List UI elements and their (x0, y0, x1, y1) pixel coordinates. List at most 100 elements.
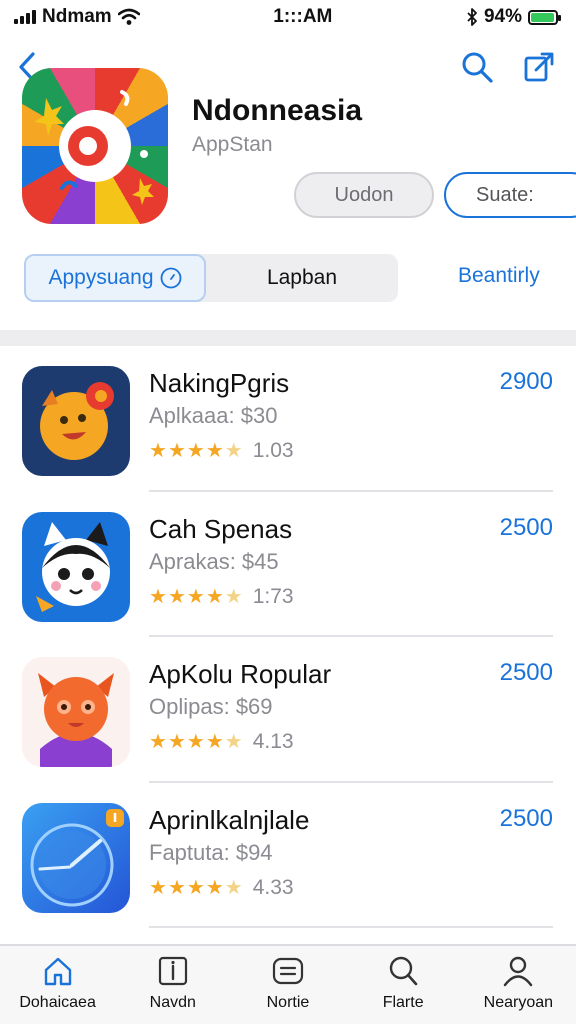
share-button[interactable] (522, 50, 556, 84)
app-subtitle: Aplkaaa: $30 (149, 403, 278, 428)
wifi-icon (117, 8, 140, 25)
tab-nortie[interactable]: Nortie (238, 954, 338, 1012)
star-icon: ★ (149, 731, 167, 753)
app-icon (22, 802, 130, 913)
tab-label: Nearyoan (483, 994, 554, 1011)
person-icon (504, 956, 533, 987)
app-subtitle: Faptuta: $94 (149, 839, 273, 865)
star-icon: ★ (205, 876, 224, 899)
app-price[interactable]: 2500 (500, 805, 553, 833)
star-icon: ★ (167, 585, 186, 608)
carrier-label: Ndmam (42, 6, 112, 27)
tab-home[interactable]: Dohaicaea (8, 954, 108, 1012)
star-icon: ★ (186, 731, 205, 753)
rating-stars: ★ ★ ★ ★ ★ (149, 587, 243, 607)
search-button[interactable] (460, 50, 494, 84)
share-icon (524, 52, 554, 82)
rating-stars: ★ ★ ★ ★ ★ (149, 878, 243, 898)
app-icon (22, 366, 130, 476)
segment-inactive[interactable]: Lapban (206, 254, 398, 302)
app-row[interactable]: Cah Spenas Aprakas: $45 ★ ★ ★ ★ ★ 1:73 2… (0, 492, 576, 637)
tab-flarte[interactable]: Flarte (353, 954, 453, 1012)
status-right: 94% (466, 6, 561, 28)
star-icon: ★ (205, 731, 224, 753)
owl-mascot-icon (22, 657, 130, 767)
rating-number: 1:73 (252, 584, 294, 608)
star-icon: ★ (186, 440, 205, 462)
app-price[interactable]: 2900 (500, 368, 553, 396)
status-left: Ndmam (14, 6, 140, 28)
app-list: NakingPgris Aplkaaa: $30 ★ ★ ★ ★ ★ 1.03 … (0, 346, 576, 928)
search-icon (389, 956, 418, 986)
app-rating: ★ ★ ★ ★ ★ 1.03 (149, 439, 294, 463)
star-half-icon: ★ (224, 440, 243, 462)
rating-stars: ★ ★ ★ ★ ★ (149, 732, 243, 752)
app-logo-icon (34, 90, 154, 205)
app-name: NakingPgris (149, 368, 290, 398)
gauge-icon (30, 808, 124, 906)
info-icon (158, 956, 187, 986)
star-half-icon: ★ (224, 876, 243, 899)
app-hero-icon (22, 68, 168, 224)
star-icon: ★ (167, 876, 186, 899)
rating-number: 4.33 (252, 875, 294, 899)
app-price[interactable]: 2500 (500, 659, 553, 687)
star-icon: ★ (167, 440, 186, 462)
section-divider (0, 330, 576, 346)
star-icon: ★ (186, 585, 205, 608)
tab-navdn[interactable]: Navdn (123, 954, 223, 1012)
tab-label: Navdn (149, 994, 196, 1011)
fox-mascot-icon (22, 366, 130, 476)
bluetooth-icon (467, 8, 477, 26)
app-name: ApKolu Ropular (149, 659, 332, 689)
star-icon: ★ (149, 585, 167, 608)
star-icon: ★ (149, 876, 167, 899)
app-subtitle: Oplipas: $69 (149, 694, 273, 719)
star-icon: ★ (205, 440, 224, 462)
state-button[interactable]: Suate: (444, 172, 576, 218)
rating-number: 1.03 (252, 439, 294, 462)
star-half-icon: ★ (224, 585, 243, 608)
search-icon (462, 52, 493, 83)
app-row[interactable]: NakingPgris Aplkaaa: $30 ★ ★ ★ ★ ★ 1.03 … (0, 346, 576, 492)
tab-label: Dohaicaea (19, 994, 96, 1011)
battery-icon (527, 9, 561, 25)
segmented-control: Appysuang Lapban (24, 254, 398, 302)
rating-stars: ★ ★ ★ ★ ★ (149, 441, 243, 461)
app-price[interactable]: 2500 (500, 514, 553, 542)
segment-active[interactable]: Appysuang (24, 254, 206, 302)
segment-inactive-label: Lapban (266, 266, 338, 289)
battery-fill (530, 12, 554, 22)
star-half-icon: ★ (224, 731, 243, 753)
list-icon (272, 957, 304, 985)
app-name: Aprinlkalnjlale (149, 804, 310, 835)
star-icon: ★ (205, 585, 224, 608)
app-name: Cah Spenas (149, 513, 293, 544)
star-icon: ★ (167, 731, 186, 753)
app-subtitle: AppStan (192, 133, 273, 156)
battery-percent: 94% (483, 6, 522, 27)
row-divider (149, 926, 553, 928)
cat-mascot-icon (22, 511, 130, 622)
app-row[interactable]: Aprinlkalnjlale Faptuta: $94 ★ ★ ★ ★ ★ 4… (0, 783, 576, 928)
tab-nearyoan[interactable]: Nearyoan (468, 954, 568, 1012)
clock-icon (160, 267, 181, 289)
app-subtitle: Aprakas: $45 (149, 548, 279, 574)
status-time: 1:::AM (273, 6, 333, 27)
app-row[interactable]: ApKolu Ropular Oplipas: $69 ★ ★ ★ ★ ★ 4.… (0, 637, 576, 783)
app-rating: ★ ★ ★ ★ ★ 4.33 (149, 876, 294, 900)
signal-icon (14, 10, 36, 24)
star-icon: ★ (149, 440, 167, 462)
app-icon (22, 511, 130, 622)
app-title: Ndonneasia (192, 94, 363, 127)
app-rating: ★ ★ ★ ★ ★ 1:73 (149, 585, 294, 609)
rating-number: 4.13 (252, 730, 294, 753)
status-bar: Ndmam 1:::AM 94% (0, 0, 576, 34)
update-button[interactable]: Uodon (294, 172, 434, 218)
beautify-link[interactable]: Beantirly (458, 264, 540, 288)
star-icon: ★ (186, 876, 205, 899)
top-actions (460, 50, 556, 84)
tab-bar: Dohaicaea Navdn Nortie Flarte Nearyoan (0, 944, 576, 1024)
segment-active-label: Appysuang (48, 266, 154, 289)
home-icon (44, 957, 71, 986)
